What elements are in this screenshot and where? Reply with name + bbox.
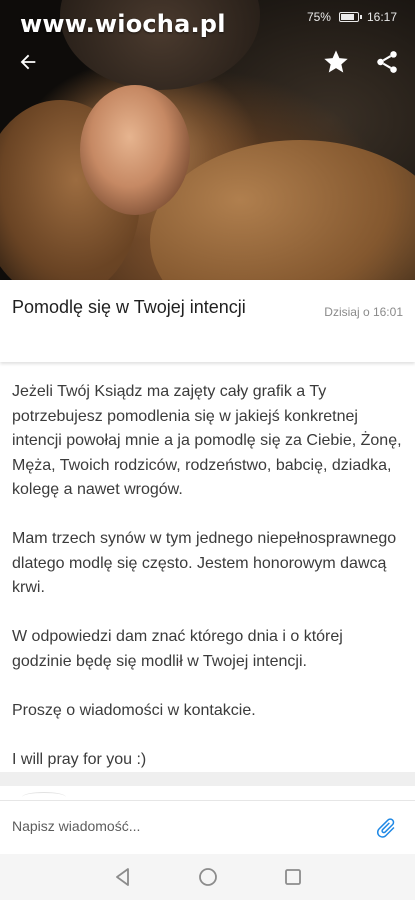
triangle-back-icon [115,868,129,886]
square-recents-icon [284,869,301,885]
post-paragraph: W odpowiedzi dam znać którego dnia i o k… [12,628,343,670]
post-paragraph: Jeżeli Twój Ksiądz ma zajęty cały grafik… [12,383,402,498]
message-input[interactable] [12,818,352,834]
clock: 16:17 [366,10,397,24]
post-paragraph: Mam trzech synów w tym jednego niepełnos… [12,530,397,596]
favorite-button[interactable] [318,44,354,80]
circle-home-icon [198,868,217,886]
back-button[interactable] [10,44,46,80]
post-body: Jeżeli Twój Ksiądz ma zajęty cały grafik… [12,380,404,797]
post-date: Dzisiaj o 16:01 [324,305,403,319]
post-title: Pomodlę się w Twojej intencji [12,297,246,317]
watermark: www.wiocha.pl [20,10,226,38]
share-button[interactable] [369,44,405,80]
share-icon [377,51,397,73]
hero-photo [0,0,415,280]
section-divider [0,772,415,786]
post-paragraph: Proszę o wiadomości w kontakcie. [12,701,256,719]
system-nav-bar [0,854,415,900]
post-paragraph: I will pray for you :) [12,750,147,768]
battery-icon [338,12,362,22]
photo-praying-hands [80,85,190,215]
nav-recents-button[interactable] [273,857,313,897]
photo-sweater [150,140,415,280]
post-header: Pomodlę się w Twojej intencji Dzisiaj o … [0,280,415,362]
status-bar: 75% 16:17 [307,10,397,24]
arrow-left-icon [20,54,36,70]
nav-back-button[interactable] [103,857,143,897]
nav-home-button[interactable] [188,857,228,897]
paperclip-icon [376,818,395,838]
battery-percent: 75% [306,10,331,24]
attach-button[interactable] [372,816,400,840]
message-compose-bar [0,800,415,854]
star-icon [324,50,348,73]
